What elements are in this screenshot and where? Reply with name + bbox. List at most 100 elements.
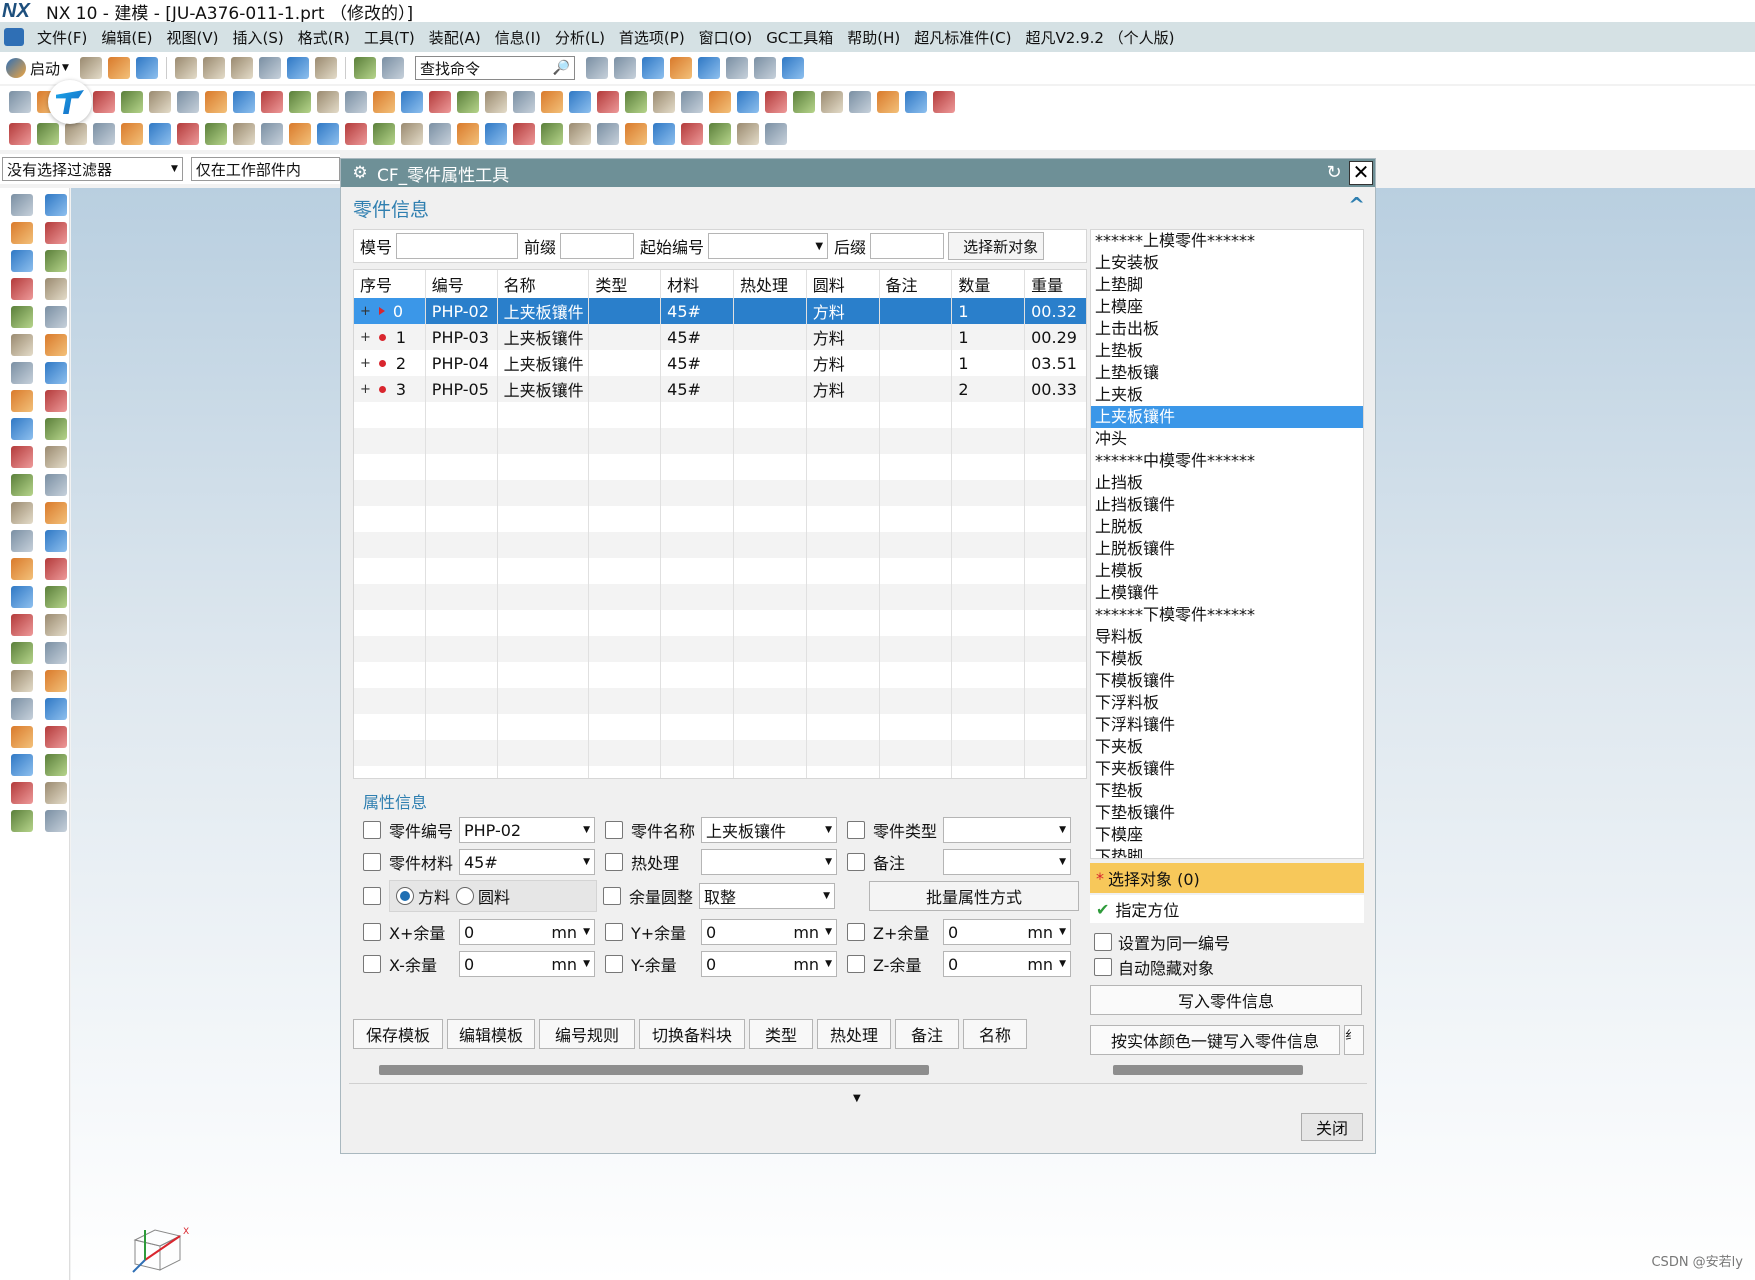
reuse-library-icon[interactable] xyxy=(45,698,67,720)
category-item[interactable]: ******中模零件****** xyxy=(1091,450,1363,472)
expression-icon[interactable] xyxy=(849,91,871,113)
menu-item[interactable]: GC工具箱 xyxy=(759,27,840,48)
category-item[interactable]: 下夹板镶件 xyxy=(1091,758,1363,780)
mold-no-input[interactable] xyxy=(396,233,519,259)
assembly-navigator-icon[interactable] xyxy=(45,642,67,664)
part-info-section-title[interactable]: 零件信息 xyxy=(353,195,429,222)
history-icon[interactable] xyxy=(11,306,33,328)
subtract-icon[interactable] xyxy=(317,91,339,113)
material-dropdown[interactable]: 45# ▼ xyxy=(459,849,595,875)
part-type-checkbox[interactable] xyxy=(847,821,865,839)
edit-icon[interactable] xyxy=(765,91,787,113)
unite-icon[interactable] xyxy=(205,123,227,145)
col-header[interactable]: 名称 xyxy=(498,270,590,298)
menu-item[interactable]: 装配(A) xyxy=(422,27,488,48)
blend-icon[interactable] xyxy=(121,91,143,113)
category-item[interactable]: 上夹板 xyxy=(1091,384,1363,406)
dialog-header[interactable]: ⚙ CF_零件属性工具 xyxy=(341,159,1375,187)
y-plus-checkbox[interactable] xyxy=(605,923,623,941)
roles-icon[interactable] xyxy=(45,754,67,776)
app-menu-icon[interactable] xyxy=(4,28,24,46)
replace-icon[interactable] xyxy=(709,123,731,145)
chamfer-icon[interactable] xyxy=(65,123,87,145)
table-row[interactable] xyxy=(354,402,1086,428)
table-row[interactable]: +1 PHP-03 上夹板镶件 45# 方料 1 00.29 xyxy=(354,324,1086,350)
point-icon[interactable] xyxy=(513,123,535,145)
x-plus-checkbox[interactable] xyxy=(363,923,381,941)
constraint-navigator-icon[interactable] xyxy=(11,250,33,272)
plane-icon[interactable] xyxy=(541,123,563,145)
draft-icon[interactable] xyxy=(401,91,423,113)
right-horizontal-scrollbar[interactable] xyxy=(1113,1065,1303,1075)
history-icon[interactable] xyxy=(45,726,67,748)
table-row[interactable] xyxy=(354,584,1086,610)
table-row[interactable] xyxy=(354,714,1086,740)
constraint-navigator-icon[interactable] xyxy=(11,474,33,496)
auto-hide-checkbox[interactable] xyxy=(1094,958,1112,976)
arc-icon[interactable] xyxy=(485,123,507,145)
delete-icon[interactable] xyxy=(258,57,281,79)
hole-icon[interactable] xyxy=(9,123,31,145)
z-minus-input[interactable]: 0 mn ▼ xyxy=(943,951,1071,977)
assembly-navigator-icon[interactable] xyxy=(11,670,33,692)
category-item[interactable]: 下模板镶件 xyxy=(1091,670,1363,692)
category-item[interactable]: 上脱板镶件 xyxy=(1091,538,1363,560)
add-component-icon[interactable] xyxy=(353,57,376,79)
menu-item[interactable]: 工具(T) xyxy=(357,27,422,48)
table-horizontal-scrollbar[interactable] xyxy=(379,1065,929,1075)
col-header[interactable]: 序号 xyxy=(354,270,426,298)
table-row[interactable] xyxy=(354,454,1086,480)
view-section-icon[interactable] xyxy=(697,57,720,79)
save-template-button[interactable]: 保存模板 xyxy=(353,1019,443,1049)
reuse-library-icon[interactable] xyxy=(11,278,33,300)
extrude-icon[interactable] xyxy=(905,91,927,113)
prefix-input[interactable] xyxy=(560,233,635,259)
layer-icon[interactable] xyxy=(373,123,395,145)
command-finder-icon[interactable] xyxy=(381,57,404,79)
offset-icon[interactable] xyxy=(289,123,311,145)
copy-icon[interactable] xyxy=(202,57,225,79)
replace-icon[interactable] xyxy=(793,91,815,113)
select-object-row[interactable]: * 选择对象 (0) xyxy=(1090,863,1364,893)
web-browser-icon[interactable] xyxy=(11,586,33,608)
table-row[interactable]: +0 PHP-02 上夹板镶件 45# 方料 1 00.32 xyxy=(354,298,1086,324)
trim-icon[interactable] xyxy=(177,123,199,145)
reuse-library-icon[interactable] xyxy=(11,726,33,748)
category-item[interactable]: 上夹板镶件 xyxy=(1091,406,1363,428)
category-item[interactable]: 导料板 xyxy=(1091,626,1363,648)
datum-icon[interactable] xyxy=(429,123,451,145)
category-item[interactable]: 下浮料镶件 xyxy=(1091,714,1363,736)
table-row[interactable] xyxy=(354,662,1086,688)
menu-item[interactable]: 分析(L) xyxy=(548,27,612,48)
paste-icon[interactable] xyxy=(230,57,253,79)
menu-item[interactable]: 超凡标准件(C) xyxy=(907,27,1018,48)
rounding-dropdown[interactable]: 取整 ▼ xyxy=(699,883,835,909)
category-item[interactable]: 上垫板镶 xyxy=(1091,362,1363,384)
part-navigator-icon[interactable] xyxy=(11,194,33,216)
render-style-icon[interactable] xyxy=(641,57,664,79)
assembly-navigator-icon[interactable] xyxy=(11,446,33,468)
same-number-checkbox[interactable] xyxy=(1094,933,1112,951)
layer-settings-icon[interactable] xyxy=(669,57,692,79)
specify-orientation-row[interactable]: ✔ 指定方位 xyxy=(1090,895,1364,923)
open-folder-icon[interactable] xyxy=(107,57,130,79)
sketch-icon[interactable] xyxy=(9,91,31,113)
table-row[interactable] xyxy=(354,740,1086,766)
category-item[interactable]: 下垫板 xyxy=(1091,780,1363,802)
material-checkbox[interactable] xyxy=(363,853,381,871)
menu-item[interactable]: 帮助(H) xyxy=(840,27,907,48)
y-plus-input[interactable]: 0 mn ▼ xyxy=(701,919,837,945)
layer-icon[interactable] xyxy=(457,91,479,113)
mirror-icon[interactable] xyxy=(233,91,255,113)
category-item[interactable]: 下垫板镶件 xyxy=(1091,802,1363,824)
expression-icon[interactable] xyxy=(765,123,787,145)
heat-treatment-checkbox[interactable] xyxy=(605,853,623,871)
table-row[interactable] xyxy=(354,636,1086,662)
menu-item[interactable]: 编辑(E) xyxy=(94,27,159,48)
category-item[interactable]: 上安装板 xyxy=(1091,252,1363,274)
x-minus-input[interactable]: 0 mn ▼ xyxy=(459,951,595,977)
block-icon[interactable] xyxy=(569,123,591,145)
z-plus-input[interactable]: 0 mn ▼ xyxy=(943,919,1071,945)
snap-point-icon[interactable] xyxy=(753,57,776,79)
expand-icon[interactable]: + xyxy=(360,330,371,345)
